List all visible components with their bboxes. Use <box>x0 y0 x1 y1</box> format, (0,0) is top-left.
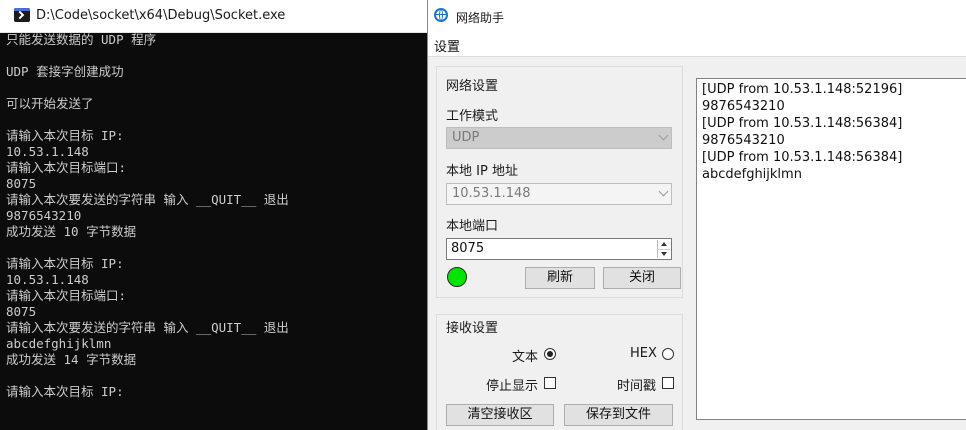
console-line: 请输入本次要发送的字符串 输入 __QUIT__ 退出 <box>6 320 289 335</box>
port-spinner <box>657 240 670 258</box>
clear-receive-button[interactable]: 清空接收区 <box>446 404 554 426</box>
spin-down-icon[interactable] <box>658 249 670 259</box>
console-line: 请输入本次目标端口: <box>6 160 127 175</box>
menu-settings[interactable]: 设置 <box>434 36 460 55</box>
console-line: 成功发送 10 字节数据 <box>6 224 137 239</box>
net-assistant-window: 网络助手 设置 网络设置 工作模式 UDP 本地 IP 地址 10.53.1.1… <box>427 0 966 430</box>
console-line: 10.53.1.148 <box>6 144 89 159</box>
timestamp-checkbox[interactable] <box>662 377 674 389</box>
text-mode-label: 文本 <box>512 350 539 365</box>
network-settings-title: 网络设置 <box>446 79 499 94</box>
network-settings-group: 网络设置 工作模式 UDP 本地 IP 地址 10.53.1.148 本地端口 … <box>436 66 683 298</box>
chevron-down-icon <box>658 186 669 197</box>
received-line: [UDP from 10.53.1.148:56384] <box>702 116 903 131</box>
console-line: 请输入本次目标 IP: <box>6 384 124 399</box>
console-line: UDP 套接字创建成功 <box>6 64 124 79</box>
console-line: 请输入本次要发送的字符串 输入 __QUIT__ 退出 <box>6 192 289 207</box>
local-ip-label: 本地 IP 地址 <box>446 164 518 179</box>
window-title: 网络助手 <box>456 11 505 25</box>
chevron-down-icon <box>658 130 669 141</box>
receive-settings-title: 接收设置 <box>446 321 499 336</box>
console-line: 请输入本次目标端口: <box>6 288 127 303</box>
console-title: D:\Code\socket\x64\Debug\Socket.exe <box>36 8 286 23</box>
stop-display-checkbox[interactable] <box>544 377 556 389</box>
refresh-button[interactable]: 刷新 <box>525 267 595 289</box>
console-line: 8075 <box>6 304 37 319</box>
received-line: [UDP from 10.53.1.148:52196] <box>702 82 903 97</box>
receive-textarea[interactable]: [UDP from 10.53.1.148:52196] 9876543210 … <box>696 78 966 420</box>
receive-settings-group: 接收设置 文本 HEX 停止显示 时间戳 清空接收区 保存到文件 <box>436 314 683 430</box>
local-port-input[interactable]: 8075 <box>451 241 484 256</box>
stop-display-label: 停止显示 <box>486 379 539 394</box>
globe-icon <box>434 8 448 22</box>
received-line: [UDP from 10.53.1.148:56384] <box>702 150 903 165</box>
console-line: 10.53.1.148 <box>6 272 89 287</box>
received-messages: [UDP from 10.53.1.148:52196] 9876543210 … <box>702 81 902 183</box>
console-app-icon <box>14 8 30 22</box>
local-port-label: 本地端口 <box>446 219 499 234</box>
received-line: 9876543210 <box>702 133 785 148</box>
work-mode-value: UDP <box>452 130 480 145</box>
work-mode-label: 工作模式 <box>446 109 499 124</box>
console-window: D:\Code\socket\x64\Debug\Socket.exe 只能发送… <box>0 0 428 430</box>
received-line: 9876543210 <box>702 99 785 114</box>
spin-up-icon[interactable] <box>658 240 670 249</box>
local-ip-value: 10.53.1.148 <box>452 186 531 201</box>
console-line: 8075 <box>6 176 37 191</box>
hex-mode-radio[interactable] <box>662 348 674 360</box>
connection-status-indicator <box>447 267 467 287</box>
console-line: 请输入本次目标 IP: <box>6 256 124 271</box>
local-ip-select[interactable]: 10.53.1.148 <box>446 183 672 205</box>
console-line: 9876543210 <box>6 208 82 223</box>
console-output[interactable]: 只能发送数据的 UDP 程序 UDP 套接字创建成功 可以开始发送了 请输入本次… <box>6 32 428 400</box>
close-button[interactable]: 关闭 <box>603 267 681 289</box>
console-line: 只能发送数据的 UDP 程序 <box>6 32 157 47</box>
net-titlebar[interactable]: 网络助手 <box>428 0 966 32</box>
console-line: 可以开始发送了 <box>6 96 94 111</box>
timestamp-label: 时间戳 <box>617 379 657 394</box>
local-port-stepper[interactable]: 8075 <box>446 238 672 260</box>
work-mode-select[interactable]: UDP <box>446 127 672 149</box>
hex-mode-label: HEX <box>630 346 657 361</box>
console-line: abcdefghijklmn <box>6 336 112 351</box>
console-line: 成功发送 14 字节数据 <box>6 352 137 367</box>
received-line: abcdefghijklmn <box>702 167 802 182</box>
menubar: 设置 <box>428 32 966 57</box>
text-mode-radio[interactable] <box>544 348 556 360</box>
save-to-file-button[interactable]: 保存到文件 <box>564 404 673 426</box>
console-titlebar[interactable]: D:\Code\socket\x64\Debug\Socket.exe <box>0 0 428 33</box>
console-line: 请输入本次目标 IP: <box>6 128 124 143</box>
